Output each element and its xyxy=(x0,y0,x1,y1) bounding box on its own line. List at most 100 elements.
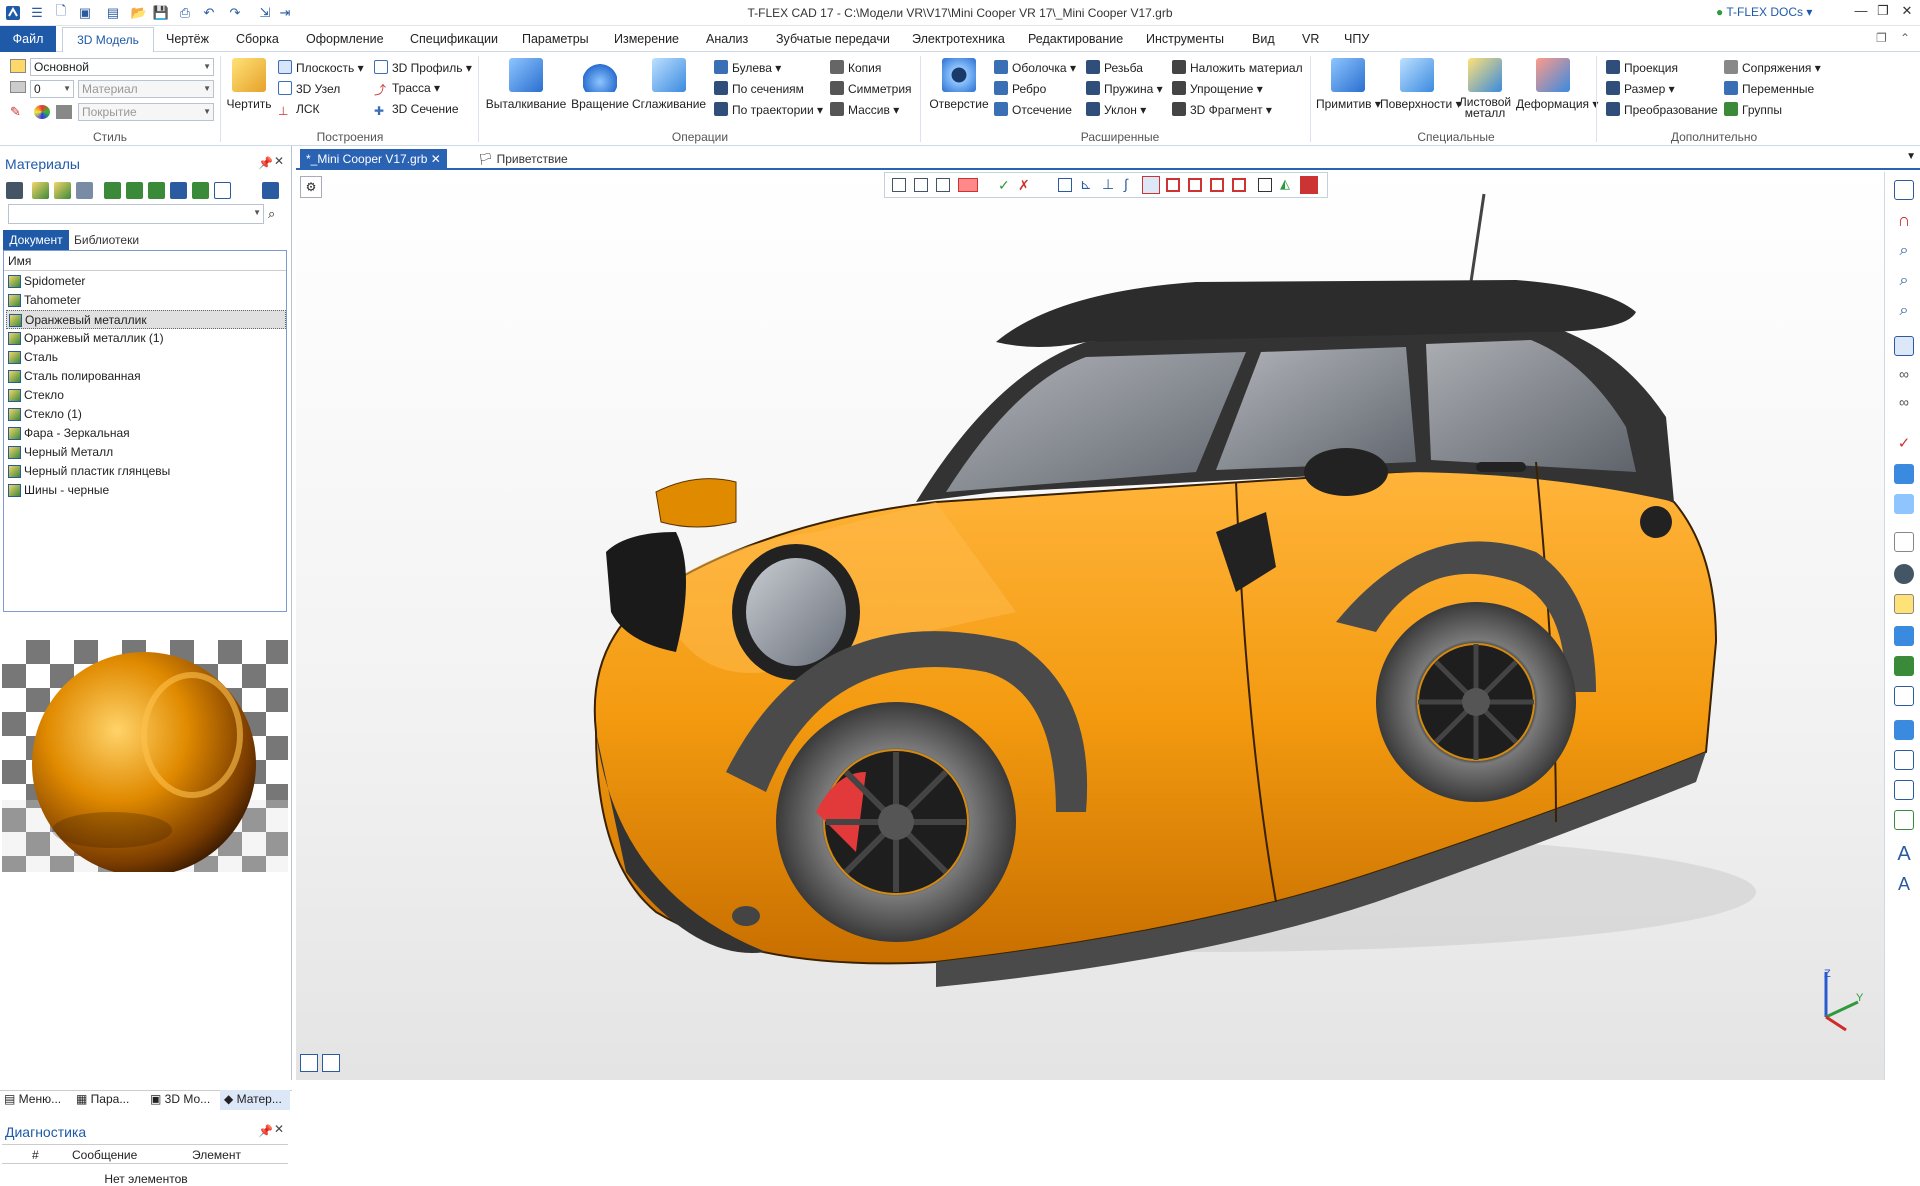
tab-specifications[interactable]: Спецификации xyxy=(410,32,498,46)
close-panel-icon[interactable]: ✕ xyxy=(274,1122,284,1136)
symmetry-button[interactable]: Симметрия xyxy=(830,81,912,96)
tab-vr[interactable]: VR xyxy=(1302,32,1319,46)
simplify-button[interactable]: Упрощение ▾ xyxy=(1172,81,1263,96)
surfaces-button[interactable]: Поверхности ▾ xyxy=(1380,58,1462,111)
boolean-button[interactable]: Булева ▾ xyxy=(714,60,781,75)
material-grid-icon[interactable] xyxy=(76,182,93,199)
fragment3d-button[interactable]: 3D Фрагмент ▾ xyxy=(1172,102,1272,117)
search-icon[interactable]: ⌕ xyxy=(268,206,275,222)
single-view-icon[interactable] xyxy=(300,1054,318,1072)
view-mode-icon[interactable] xyxy=(1894,336,1914,356)
tab-analysis[interactable]: Анализ xyxy=(706,32,748,46)
zoom-all-icon[interactable]: ⌕ xyxy=(1894,302,1914,322)
list-item[interactable]: Шины - черные xyxy=(6,481,286,500)
magnet-icon[interactable]: ∩ xyxy=(1894,210,1914,230)
refresh-material-icon[interactable] xyxy=(126,182,143,199)
materials-list-icon[interactable] xyxy=(6,182,23,199)
tab-parameters[interactable]: Параметры xyxy=(522,32,589,46)
cut-button[interactable]: Отсечение xyxy=(994,102,1072,117)
profile3d-button[interactable]: 3D Профиль ▾ xyxy=(374,60,472,75)
import-material-icon[interactable] xyxy=(104,182,121,199)
lsk-button[interactable]: ⊥ ЛСК xyxy=(278,102,320,118)
update-icon[interactable] xyxy=(192,182,209,199)
column-header-name[interactable]: Имя xyxy=(4,251,286,271)
section3d-button[interactable]: ✚ 3D Сечение xyxy=(374,102,459,118)
shell-button[interactable]: Оболочка ▾ xyxy=(994,60,1076,75)
tab-gears[interactable]: Зубчатые передачи xyxy=(776,32,890,46)
apply-material-button[interactable]: Наложить материал xyxy=(1172,60,1303,75)
by-path-button[interactable]: По траектории ▾ xyxy=(714,102,823,117)
tab-cnc[interactable]: ЧПУ xyxy=(1344,32,1369,46)
extrude-button[interactable]: Выталкивание xyxy=(484,58,568,111)
list-item[interactable]: Черный Металл xyxy=(6,443,286,462)
doc-tab-mini-cooper[interactable]: *_Mini Cooper V17.grb ✕ xyxy=(300,149,447,169)
ribbon-restore-icon[interactable]: ❐ xyxy=(1876,31,1887,45)
variables-button[interactable]: Переменные xyxy=(1724,81,1814,96)
tab-electrical[interactable]: Электротехника xyxy=(912,32,1005,46)
level-combo[interactable]: 0 ▼ xyxy=(30,80,74,98)
dimension-button[interactable]: Размер ▾ xyxy=(1606,81,1675,96)
tab-view[interactable]: Вид xyxy=(1252,32,1275,46)
maximize-button[interactable]: ❐ xyxy=(1872,3,1894,23)
tab-materials-panel[interactable]: ◆ Матер... xyxy=(220,1090,290,1110)
layer-combo[interactable]: Основной ▼ xyxy=(30,58,214,76)
check-red-icon[interactable]: ✓ xyxy=(1894,434,1914,454)
wireframe-icon[interactable] xyxy=(1894,532,1914,552)
plane-button[interactable]: Плоскость ▾ xyxy=(278,60,364,75)
hole-button[interactable]: Отверстие xyxy=(926,58,992,111)
section-view-icon[interactable] xyxy=(1894,626,1914,646)
sphere-icon[interactable] xyxy=(1894,564,1914,584)
zoom-icon[interactable]: ⌕ xyxy=(1894,242,1914,262)
primitive-button[interactable]: Примитив ▾ xyxy=(1316,58,1381,111)
transparent-icon[interactable] xyxy=(1894,494,1914,514)
ribbon-collapse-icon[interactable]: ⌃ xyxy=(1900,31,1910,45)
tab-libraries[interactable]: Библиотеки xyxy=(74,230,139,250)
sheet-metal-button[interactable]: Листовой металл xyxy=(1454,58,1516,119)
transform-button[interactable]: Преобразование xyxy=(1606,102,1718,117)
mates-button[interactable]: Сопряжения ▾ xyxy=(1724,60,1821,75)
column-message[interactable]: Сообщение xyxy=(72,1148,137,1162)
glasses-alt-icon[interactable]: ∞ xyxy=(1894,394,1914,414)
tab-assembly[interactable]: Сборка xyxy=(236,32,279,46)
pan-icon[interactable] xyxy=(1894,810,1914,830)
sync-material-icon[interactable] xyxy=(148,182,165,199)
shaded-icon[interactable] xyxy=(1894,464,1914,484)
coating-combo[interactable]: Покрытие ▼ xyxy=(78,103,214,121)
text-small-icon[interactable]: A xyxy=(1894,874,1914,894)
rotate-button[interactable]: Вращение xyxy=(568,58,632,111)
3d-viewport[interactable]: ⚙ ✓ ✗ ⊾ ⊥ ∫ ◭ Z Y xyxy=(296,172,1884,1080)
tab-document[interactable]: Документ xyxy=(3,230,69,250)
copy-button[interactable]: Копия xyxy=(830,60,881,75)
material-combo[interactable]: Материал ▼ xyxy=(78,80,214,98)
pin-icon[interactable]: 📌 xyxy=(258,1124,273,1138)
list-item[interactable]: Стекло xyxy=(6,386,286,405)
color-wheel-icon[interactable] xyxy=(34,105,50,119)
close-button[interactable]: ✕ xyxy=(1896,3,1918,23)
tab-menu[interactable]: ▤ Меню... xyxy=(4,1092,61,1106)
settings-wrench-icon[interactable] xyxy=(262,182,279,199)
tab-drawing[interactable]: Чертёж xyxy=(166,32,209,46)
close-panel-icon[interactable]: ✕ xyxy=(274,154,284,168)
layout-icon[interactable] xyxy=(1894,180,1914,200)
list-item[interactable]: Сталь полированная xyxy=(6,367,286,386)
zoom-window-icon[interactable]: ⌕ xyxy=(1894,272,1914,292)
groups-button[interactable]: Группы xyxy=(1724,102,1782,117)
tab-editing[interactable]: Редактирование xyxy=(1028,32,1123,46)
pin-icon[interactable]: 📌 xyxy=(258,156,273,170)
text-large-icon[interactable]: A xyxy=(1894,844,1914,864)
list-item[interactable]: Фара - Зеркальная xyxy=(6,424,286,443)
column-element[interactable]: Элемент xyxy=(192,1148,241,1162)
rib-button[interactable]: Ребро xyxy=(994,81,1046,96)
node3d-button[interactable]: 3D Узел xyxy=(278,81,340,96)
draw-button[interactable]: Чертить xyxy=(224,58,274,111)
add-material-icon[interactable] xyxy=(54,182,71,199)
tabs-dropdown-icon[interactable]: ▼ xyxy=(1906,151,1916,162)
spring-button[interactable]: Пружина ▾ xyxy=(1086,81,1163,96)
frame-icon[interactable] xyxy=(1894,686,1914,706)
tab-annotation[interactable]: Оформление xyxy=(306,32,384,46)
list-item[interactable]: Сталь xyxy=(6,348,286,367)
paint-icon[interactable]: ✎ xyxy=(10,104,21,120)
list-item[interactable]: Черный пластик глянцевы xyxy=(6,462,286,481)
list-item[interactable]: Spidometer xyxy=(6,272,286,291)
projection-button[interactable]: Проекция xyxy=(1606,60,1678,75)
